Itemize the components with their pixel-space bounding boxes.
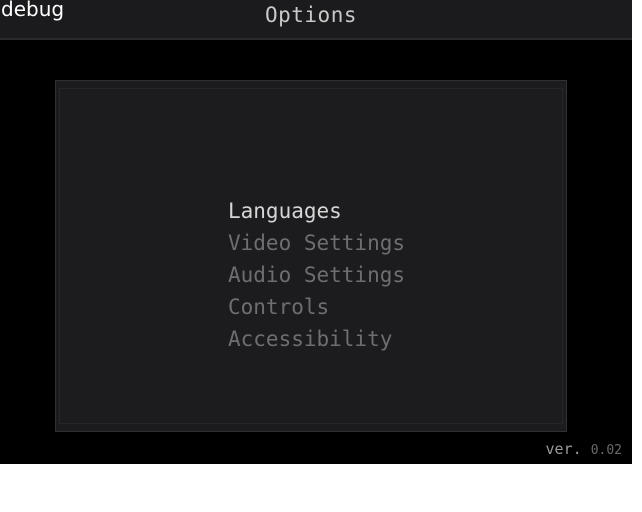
- menu-item-accessibility[interactable]: Accessibility: [228, 323, 405, 355]
- title-bar: debug Options: [0, 0, 632, 40]
- menu-item-languages[interactable]: Languages: [228, 195, 405, 227]
- game-screen: debug Options Languages Video Settings A…: [0, 0, 632, 464]
- menu-item-audio-settings[interactable]: Audio Settings: [228, 259, 405, 291]
- version-label: ver. 0.02: [546, 440, 622, 458]
- menu-item-controls[interactable]: Controls: [228, 291, 405, 323]
- page-title: Options: [264, 3, 357, 27]
- menu-item-video-settings[interactable]: Video Settings: [228, 227, 405, 259]
- version-number: 0.02: [590, 443, 622, 458]
- options-menu: Languages Video Settings Audio Settings …: [228, 195, 405, 355]
- version-prefix: ver.: [545, 440, 582, 458]
- options-panel: Languages Video Settings Audio Settings …: [55, 80, 567, 432]
